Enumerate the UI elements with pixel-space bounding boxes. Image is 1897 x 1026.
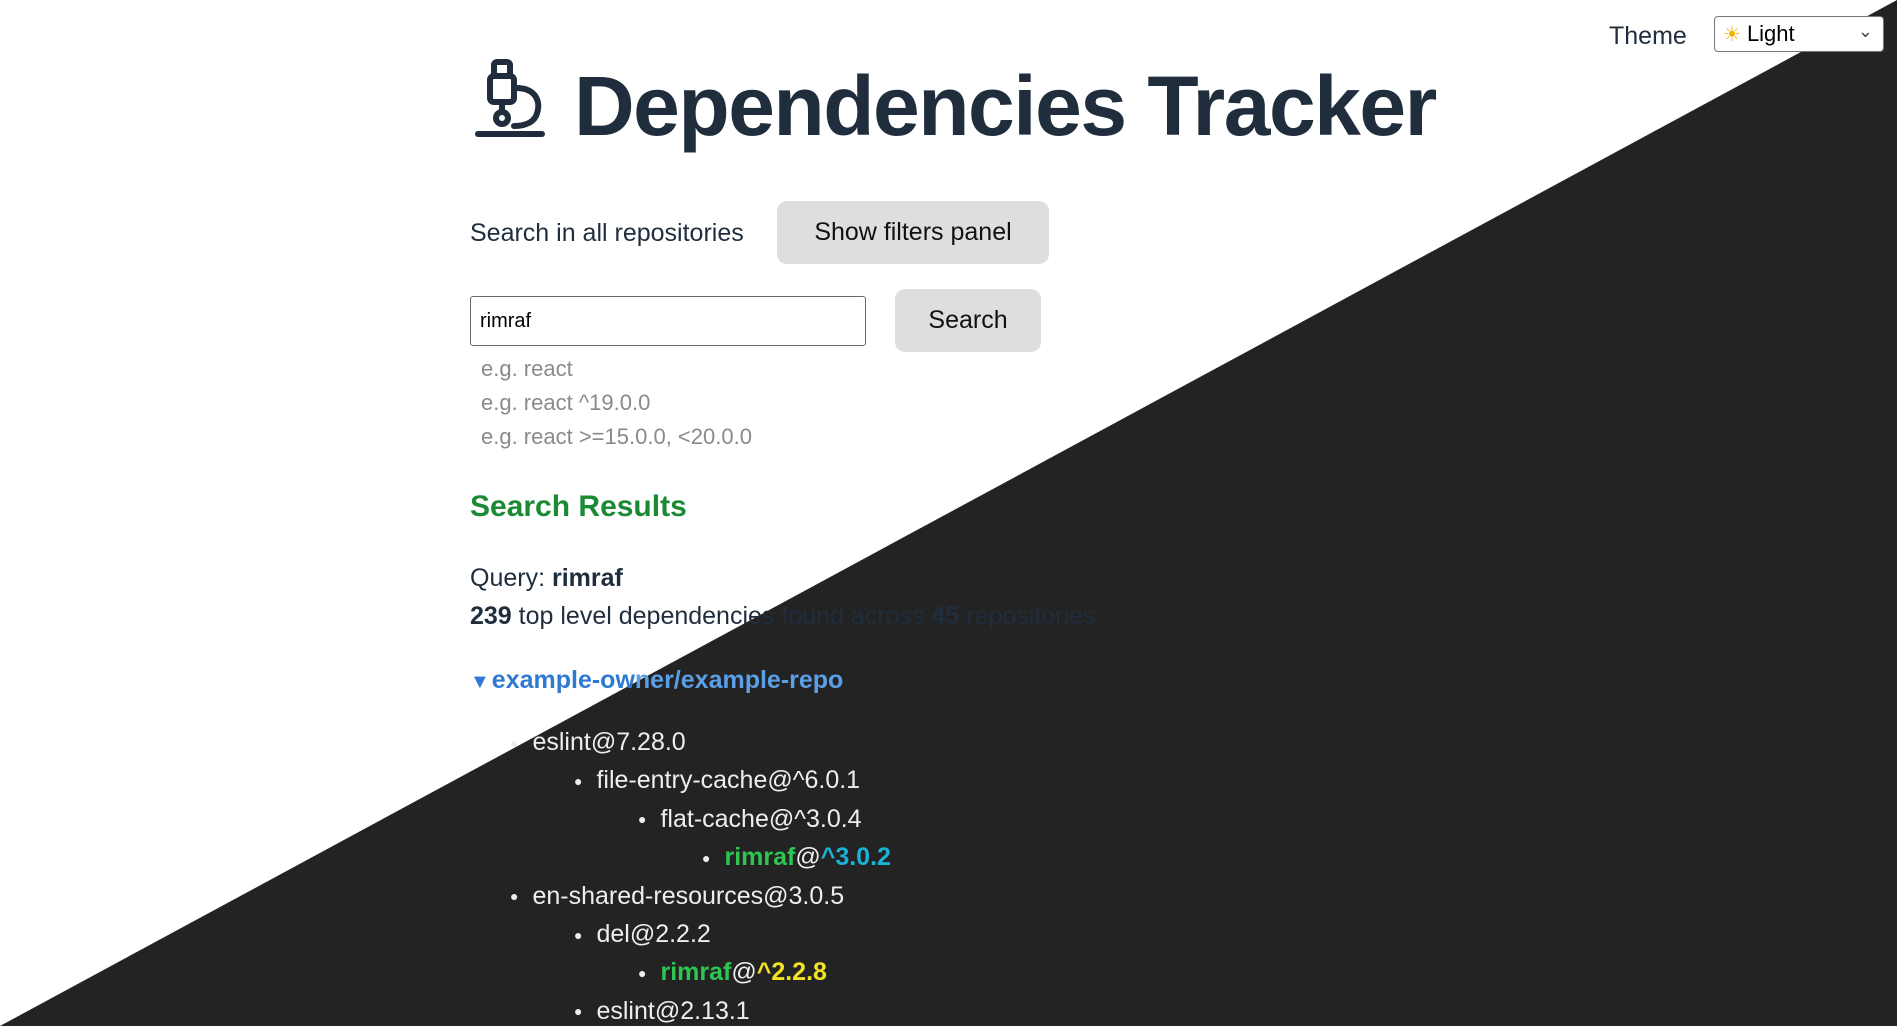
dependency-item: ● rimraf@^3.0.2 — [702, 843, 891, 872]
matched-dependency: rimraf@^2.2.8 — [660, 958, 826, 987]
search-hint: e.g. react — [481, 356, 573, 381]
dependency-label: file-entry-cache@^6.0.1 — [596, 766, 861, 795]
dependency-item: ● eslint@2.13.1 — [574, 997, 750, 1026]
bullet-icon: ● — [638, 811, 647, 828]
bullet-icon: ● — [638, 964, 647, 981]
bullet-icon: ● — [510, 888, 519, 905]
query-label: Query: — [470, 564, 546, 592]
dependency-label: eslint@7.28.0 — [532, 728, 686, 756]
repo-name-part-1: example-ow — [491, 666, 635, 694]
at-sign: @ — [731, 958, 757, 987]
search-hint: e.g. react >=15.0.0, <20.0.0 — [481, 424, 752, 449]
page-title: Dependencies Tracker — [574, 59, 1437, 153]
triangle-down-icon: ▼ — [470, 671, 490, 693]
results-heading: Search Results — [470, 490, 687, 523]
dependency-label: del@2.2.2 — [596, 920, 711, 948]
bullet-icon: ● — [702, 849, 711, 866]
dependency-label: eslint@2.13.1 — [596, 996, 750, 1025]
search-input[interactable] — [470, 296, 866, 346]
chevron-down-icon: ⌄ — [1857, 21, 1873, 41]
repo-toggle[interactable]: ▼example-owner/example-repo — [470, 666, 843, 695]
results-summary: 239 top level dependencies found across … — [470, 602, 1095, 631]
bullet-icon: ● — [574, 926, 583, 943]
dependency-item: ● flat-cache@^3.0.4 — [638, 805, 862, 834]
search-scope-label: Search in all repositories — [470, 219, 744, 247]
summary-text: top level dependencies found across — [518, 602, 925, 630]
sun-icon: ☀ — [1723, 23, 1741, 46]
microscope-icon — [475, 59, 545, 137]
dependency-count: 239 — [470, 602, 512, 630]
repository-count: 45 — [931, 602, 960, 630]
summary-text-end: repositories — [966, 602, 1096, 630]
search-button[interactable]: Search — [895, 289, 1041, 352]
theme-select-value: Light — [1746, 21, 1795, 46]
dependency-label: flat-cache@^3.0.4 — [660, 804, 862, 833]
repo-name-part-2: ner/example-repo — [634, 666, 844, 694]
bullet-icon: ● — [574, 772, 583, 789]
matched-dependency: rimraf@^3.0.2 — [724, 843, 890, 872]
bullet-icon: ● — [510, 734, 519, 751]
dependency-item: ● eslint@7.28.0 — [510, 728, 686, 757]
dependency-label: en-shared-resources@3.0.5 — [532, 881, 845, 910]
theme-select[interactable]: ☀ Light ⌄ — [1714, 16, 1884, 52]
matched-version: ^2.2.8 — [756, 958, 827, 987]
at-sign: @ — [795, 843, 821, 872]
show-filters-button[interactable]: Show filters panel — [777, 201, 1049, 264]
matched-package-name: rimraf — [660, 958, 732, 987]
query-line: Query: rimraf — [470, 564, 623, 593]
dependency-item: ● del@2.2.2 — [574, 920, 711, 949]
dependency-item: ● rimraf@^2.2.8 — [638, 958, 827, 987]
matched-version: ^3.0.2 — [820, 843, 891, 872]
theme-label: Theme — [1609, 22, 1687, 50]
matched-package-name: rimraf — [724, 843, 796, 872]
bullet-icon: ● — [574, 1003, 583, 1020]
query-value: rimraf — [551, 564, 623, 592]
search-hint: e.g. react ^19.0.0 — [481, 390, 651, 415]
dependency-item: ● en-shared-resources@3.0.5 — [510, 882, 844, 911]
dependency-item: ● file-entry-cache@^6.0.1 — [574, 766, 860, 795]
